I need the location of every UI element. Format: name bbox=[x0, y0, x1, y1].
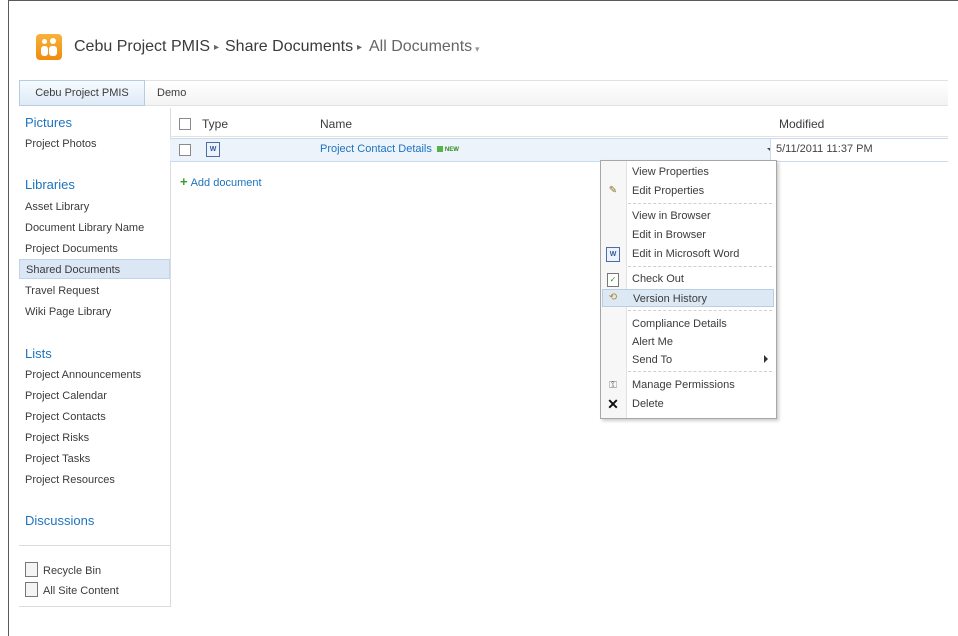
all-site-content-link[interactable]: All Site Content bbox=[25, 582, 119, 597]
submenu-arrow-icon bbox=[764, 355, 768, 363]
recycle-bin-icon bbox=[25, 562, 38, 577]
menu-separator bbox=[628, 266, 772, 267]
menu-item-compliance-details[interactable]: Compliance Details bbox=[626, 315, 774, 333]
ql-item-project-announcements[interactable]: Project Announcements bbox=[19, 365, 170, 385]
modified-cell: 5/11/2011 11:37 PM bbox=[770, 139, 949, 161]
ql-item-project-risks[interactable]: Project Risks bbox=[19, 428, 170, 448]
menu-item-manage-permissions[interactable]: Manage Permissions bbox=[626, 376, 774, 394]
all-site-content-label: All Site Content bbox=[43, 585, 119, 597]
menu-item-version-history[interactable]: Version History bbox=[602, 289, 774, 307]
menu-item-send-to[interactable]: Send To bbox=[626, 351, 774, 369]
all-site-content-icon bbox=[25, 582, 38, 597]
item-context-menu: View Properties ✎ Edit Properties View i… bbox=[600, 160, 777, 419]
add-icon: + bbox=[180, 174, 188, 189]
ql-item-asset-library[interactable]: Asset Library bbox=[19, 197, 170, 217]
menu-item-alert-me[interactable]: Alert Me bbox=[626, 333, 774, 351]
row-checkbox[interactable] bbox=[179, 144, 191, 156]
view-dropdown-icon[interactable]: ▾ bbox=[475, 44, 480, 55]
ql-item-project-resources[interactable]: Project Resources bbox=[19, 470, 170, 490]
ql-heading-pictures[interactable]: Pictures bbox=[25, 115, 72, 130]
window-border-top bbox=[8, 0, 958, 1]
menu-separator bbox=[628, 310, 772, 311]
check-out-icon: ✓ bbox=[607, 273, 619, 287]
breadcrumb-library[interactable]: Share Documents bbox=[225, 38, 353, 56]
tab-cebu-project-pmis[interactable]: Cebu Project PMIS bbox=[19, 80, 145, 106]
breadcrumb-site[interactable]: Cebu Project PMIS bbox=[74, 38, 210, 56]
column-header-name[interactable]: Name bbox=[320, 117, 352, 131]
ql-heading-discussions[interactable]: Discussions bbox=[25, 513, 94, 528]
modified-date: 5/11/2011 11:37 PM bbox=[776, 143, 873, 155]
delete-icon: ✕ bbox=[607, 396, 619, 412]
add-document-label: Add document bbox=[190, 177, 262, 189]
ql-heading-libraries[interactable]: Libraries bbox=[25, 177, 75, 192]
ql-item-document-library-name[interactable]: Document Library Name bbox=[19, 218, 170, 238]
list-header-row: Type Name Modified bbox=[170, 112, 948, 137]
ql-item-wiki-page-library[interactable]: Wiki Page Library bbox=[19, 302, 170, 322]
breadcrumb-separator: ▸ bbox=[214, 42, 220, 53]
top-navigation-bar: Cebu Project PMIS Demo bbox=[19, 80, 948, 106]
new-badge: NEW bbox=[436, 146, 459, 153]
menu-item-edit-in-browser[interactable]: Edit in Browser bbox=[626, 226, 774, 244]
add-document-link[interactable]: + Add document bbox=[180, 174, 262, 189]
window-border-left bbox=[8, 0, 9, 636]
menu-item-edit-properties[interactable]: Edit Properties bbox=[626, 182, 774, 200]
breadcrumb-separator: ▸ bbox=[357, 42, 363, 53]
menu-item-edit-in-microsoft-word[interactable]: Edit in Microsoft Word bbox=[626, 245, 774, 263]
document-name-link[interactable]: Project Contact Details bbox=[320, 143, 432, 155]
recycle-bin-label: Recycle Bin bbox=[43, 565, 102, 577]
ql-item-project-tasks[interactable]: Project Tasks bbox=[19, 449, 170, 469]
permissions-icon: ⚿ bbox=[609, 380, 617, 391]
table-row[interactable]: W Project Contact Details NEW 5/11/2011 1… bbox=[170, 138, 949, 162]
tab-demo[interactable]: Demo bbox=[157, 81, 186, 105]
ql-divider bbox=[19, 545, 170, 546]
recycle-bin-link[interactable]: Recycle Bin bbox=[25, 562, 101, 577]
select-all-checkbox[interactable] bbox=[179, 118, 191, 130]
ql-heading-lists[interactable]: Lists bbox=[25, 346, 52, 361]
site-logo-icon[interactable] bbox=[36, 34, 62, 60]
column-header-type[interactable]: Type bbox=[202, 117, 228, 131]
ql-item-project-photos[interactable]: Project Photos bbox=[19, 134, 170, 154]
version-history-icon: ⟲ bbox=[608, 292, 618, 303]
document-name-cell: Project Contact Details NEW bbox=[320, 143, 459, 155]
word-document-icon: W bbox=[206, 142, 220, 157]
column-header-modified[interactable]: Modified bbox=[779, 117, 824, 131]
ql-item-project-calendar[interactable]: Project Calendar bbox=[19, 386, 170, 406]
menu-item-check-out[interactable]: Check Out bbox=[626, 270, 774, 288]
menu-item-view-in-browser[interactable]: View in Browser bbox=[626, 207, 774, 225]
ql-item-travel-request[interactable]: Travel Request bbox=[19, 281, 170, 301]
menu-separator bbox=[628, 203, 772, 204]
breadcrumb-view[interactable]: All Documents bbox=[369, 38, 472, 56]
ql-item-shared-documents[interactable]: Shared Documents bbox=[19, 259, 170, 279]
menu-item-delete[interactable]: Delete bbox=[626, 395, 774, 413]
menu-separator bbox=[628, 371, 772, 372]
word-icon: W bbox=[606, 247, 620, 262]
quick-launch: Pictures Project Photos Libraries Asset … bbox=[19, 108, 171, 607]
ql-item-project-contacts[interactable]: Project Contacts bbox=[19, 407, 170, 427]
edit-properties-icon: ✎ bbox=[608, 185, 618, 196]
menu-item-view-properties[interactable]: View Properties bbox=[626, 163, 774, 181]
ql-item-project-documents[interactable]: Project Documents bbox=[19, 239, 170, 259]
